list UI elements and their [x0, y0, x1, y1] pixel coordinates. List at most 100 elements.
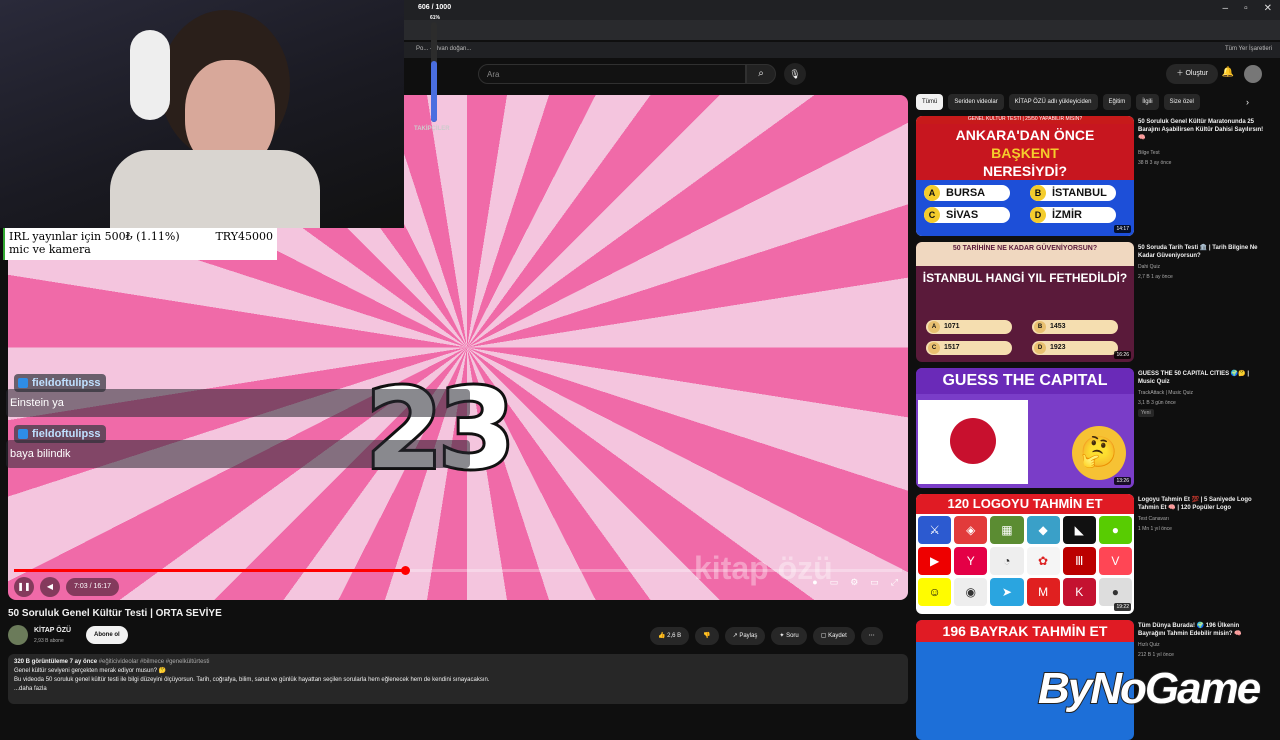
chip-education[interactable]: Eğitim	[1102, 94, 1132, 110]
hashtags[interactable]: #eğiticivideolar #bilmece #genelkültürte…	[99, 659, 210, 665]
related-video[interactable]: GENEL KÜLTÜR TESTİ | 25/50 YAPABİLİR MİS…	[916, 116, 1266, 238]
minimize-button[interactable]: –	[1223, 3, 1229, 14]
create-button[interactable]: ＋ Oluştur	[1166, 64, 1218, 84]
answer-option: B 1453	[1032, 320, 1118, 334]
related-title[interactable]: 50 Soruda Tarih Testi 🏛️ | Tarih Bilgine…	[1138, 244, 1266, 260]
avatar[interactable]	[1244, 65, 1262, 83]
thumb-answers: A BURSA B İSTANBUL C SİVAS D İZMİR	[916, 180, 1134, 236]
logo-tile: ◣	[1062, 516, 1096, 544]
donation-goal-text: IRL yayınlar için 500₺ (1.11%)	[9, 230, 180, 243]
thumb-header: GUESS THE CAPITAL	[916, 368, 1134, 394]
donation-goal-target: TRY45000	[215, 230, 273, 243]
save-button[interactable]: ▢ Kaydet	[812, 627, 855, 645]
channel-avatar[interactable]	[8, 625, 28, 645]
channel-name[interactable]: KİTAP ÖZÜ	[34, 627, 71, 634]
video-thumbnail[interactable]: 120 LOGOYU TAHMİN ET ⚔ ◈ ▦ ◆ ◣ ● ▶ Y ◔ ✿…	[916, 494, 1134, 614]
logo-tile: ➤	[990, 578, 1024, 606]
logo-tile: ▶	[918, 547, 952, 575]
search-button[interactable]: ⌕	[746, 64, 776, 84]
related-channel[interactable]: Test Canavarı	[1138, 516, 1169, 522]
answer-option: C 1517	[926, 341, 1012, 355]
logo-tile: ▦	[990, 516, 1024, 544]
chip-series[interactable]: Seriden videolar	[948, 94, 1004, 110]
related-stats: 212 B 1 yıl önce	[1138, 652, 1174, 658]
related-stats: 2,7 B 1 ay önce	[1138, 274, 1173, 280]
chip-all[interactable]: Tümü	[916, 94, 944, 110]
webcam-overlay	[0, 0, 404, 228]
logo-tile: Y	[954, 547, 988, 575]
voice-search-button[interactable]: 🎙	[784, 63, 806, 85]
mic-icon: 🎙	[789, 69, 801, 79]
progress-scrubber[interactable]	[400, 566, 410, 575]
video-actions: 👍 2,6 B 👎 ↗ Paylaş ✦ Soru ▢ Kaydet ⋯	[650, 627, 883, 645]
thinking-face-icon: 🤔	[1072, 426, 1126, 480]
answer-option: B İSTANBUL	[1030, 185, 1116, 201]
subscribe-button[interactable]: Abone ol	[86, 626, 128, 644]
video-thumbnail[interactable]: GENEL KÜLTÜR TESTİ | 25/50 YAPABİLİR MİS…	[916, 116, 1134, 236]
share-button[interactable]: ↗ Paylaş	[724, 627, 766, 645]
japan-flag	[918, 400, 1028, 484]
search-input[interactable]: Ara	[478, 64, 746, 84]
show-more-link[interactable]: ...daha fazla	[14, 685, 902, 694]
related-title[interactable]: Logoyu Tahmin Et 💯 | 5 Saniyede Logo Tah…	[1138, 496, 1266, 512]
follower-goal-bar	[431, 22, 437, 122]
video-title: 50 Soruluk Genel Kültür Testi | ORTA SEV…	[8, 608, 222, 619]
logo-tile: K	[1062, 578, 1096, 606]
chat-user-label: fieldoftulipss	[32, 377, 101, 389]
logo-tile: ◈	[954, 516, 988, 544]
sponsor-logo: ByNoGame	[1037, 663, 1262, 714]
thumb-question: ANKARA'DAN ÖNCE BAŞKENT NERESİYDİ?	[916, 124, 1134, 180]
related-video[interactable]: 120 LOGOYU TAHMİN ET ⚔ ◈ ▦ ◆ ◣ ● ▶ Y ◔ ✿…	[916, 494, 1266, 616]
like-button[interactable]: 👍 2,6 B	[650, 627, 690, 645]
progress-bar[interactable]	[14, 566, 902, 575]
related-title[interactable]: Tüm Dünya Burada! 🌍 196 Ülkenin Bayrağın…	[1138, 622, 1266, 638]
pause-button[interactable]: ❚❚	[14, 577, 34, 597]
theater-icon[interactable]: ▭	[870, 577, 879, 588]
answer-option: D İZMİR	[1030, 207, 1116, 223]
volume-button[interactable]: ◀	[40, 577, 60, 597]
logo-tile: ●	[1098, 516, 1132, 544]
thumb-top: 50 TARİHİNE NE KADAR GÜVENİYORSUN?	[916, 242, 1134, 266]
ask-button[interactable]: ✦ Soru	[771, 627, 807, 645]
related-title[interactable]: 50 Soruluk Genel Kültür Maratonunda 25 B…	[1138, 118, 1266, 142]
video-thumbnail[interactable]: 50 TARİHİNE NE KADAR GÜVENİYORSUN? İSTAN…	[916, 242, 1134, 362]
close-button[interactable]: ✕	[1264, 3, 1272, 14]
chevron-right-icon[interactable]: ›	[1246, 97, 1249, 107]
chip-uploader[interactable]: KİTAP ÖZÜ adlı yükleyiciden	[1008, 94, 1098, 110]
all-bookmarks[interactable]: Tüm Yer İşaretleri	[1225, 46, 1272, 52]
related-video[interactable]: 50 TARİHİNE NE KADAR GÜVENİYORSUN? İSTAN…	[916, 242, 1266, 364]
settings-icon[interactable]: ⚙	[850, 577, 858, 588]
related-channel[interactable]: TrackAttack | Music Quiz	[1138, 390, 1193, 396]
maximize-button[interactable]: ▫	[1244, 3, 1248, 14]
related-channel[interactable]: Dahi Quiz	[1138, 264, 1160, 270]
logo-tile: Ⅲ	[1062, 547, 1096, 575]
thumbs-up-icon: 👍	[658, 633, 668, 639]
related-channel[interactable]: Hızlı Quiz	[1138, 642, 1160, 648]
dislike-button[interactable]: 👎	[695, 627, 719, 645]
like-count: 2,6 B	[667, 633, 682, 639]
chip-for-you[interactable]: Size özel	[1163, 94, 1200, 110]
related-video[interactable]: GUESS THE CAPITAL 🤔 13:26 GUESS THE 50 C…	[916, 368, 1266, 490]
related-title[interactable]: GUESS THE 50 CAPITAL CITIES 🌍🤔 | Music Q…	[1138, 370, 1266, 386]
more-icon: ⋯	[868, 633, 875, 639]
answer-option: A BURSA	[924, 185, 1010, 201]
more-actions-button[interactable]: ⋯	[860, 627, 883, 645]
answer-option: D 1923	[1032, 341, 1118, 355]
autoplay-toggle[interactable]: ●	[812, 577, 817, 588]
chip-related[interactable]: İlgili	[1136, 94, 1159, 110]
thumb-question-line: NERESİYDİ?	[982, 163, 1067, 179]
subtitles-icon[interactable]: ▭	[830, 577, 839, 588]
video-description[interactable]: 320 B görüntüleme 7 ay önce #eğiticivide…	[8, 654, 908, 704]
related-channel[interactable]: Bilge Test	[1138, 150, 1160, 156]
fullscreen-icon[interactable]: ⤢	[891, 577, 898, 588]
answer-option: C SİVAS	[924, 207, 1010, 223]
video-thumbnail[interactable]: GUESS THE CAPITAL 🤔 13:26	[916, 368, 1134, 488]
browser-toolbar: ⧉ ☆ ◆ ⬚ ● ⋮	[404, 20, 1280, 56]
view-count-date: 320 B görüntüleme 7 ay önce	[14, 659, 98, 665]
bookmark-item[interactable]: Po... - elvan doğan...	[416, 46, 471, 52]
search-icon: ⌕	[758, 68, 764, 79]
thumb-question: İSTANBUL HANGİ YIL FETHEDİLDİ?	[922, 271, 1128, 285]
bell-icon[interactable]: 🔔	[1222, 67, 1234, 78]
new-badge: Yeni	[1138, 409, 1154, 417]
share-label: Paylaş	[739, 633, 758, 639]
